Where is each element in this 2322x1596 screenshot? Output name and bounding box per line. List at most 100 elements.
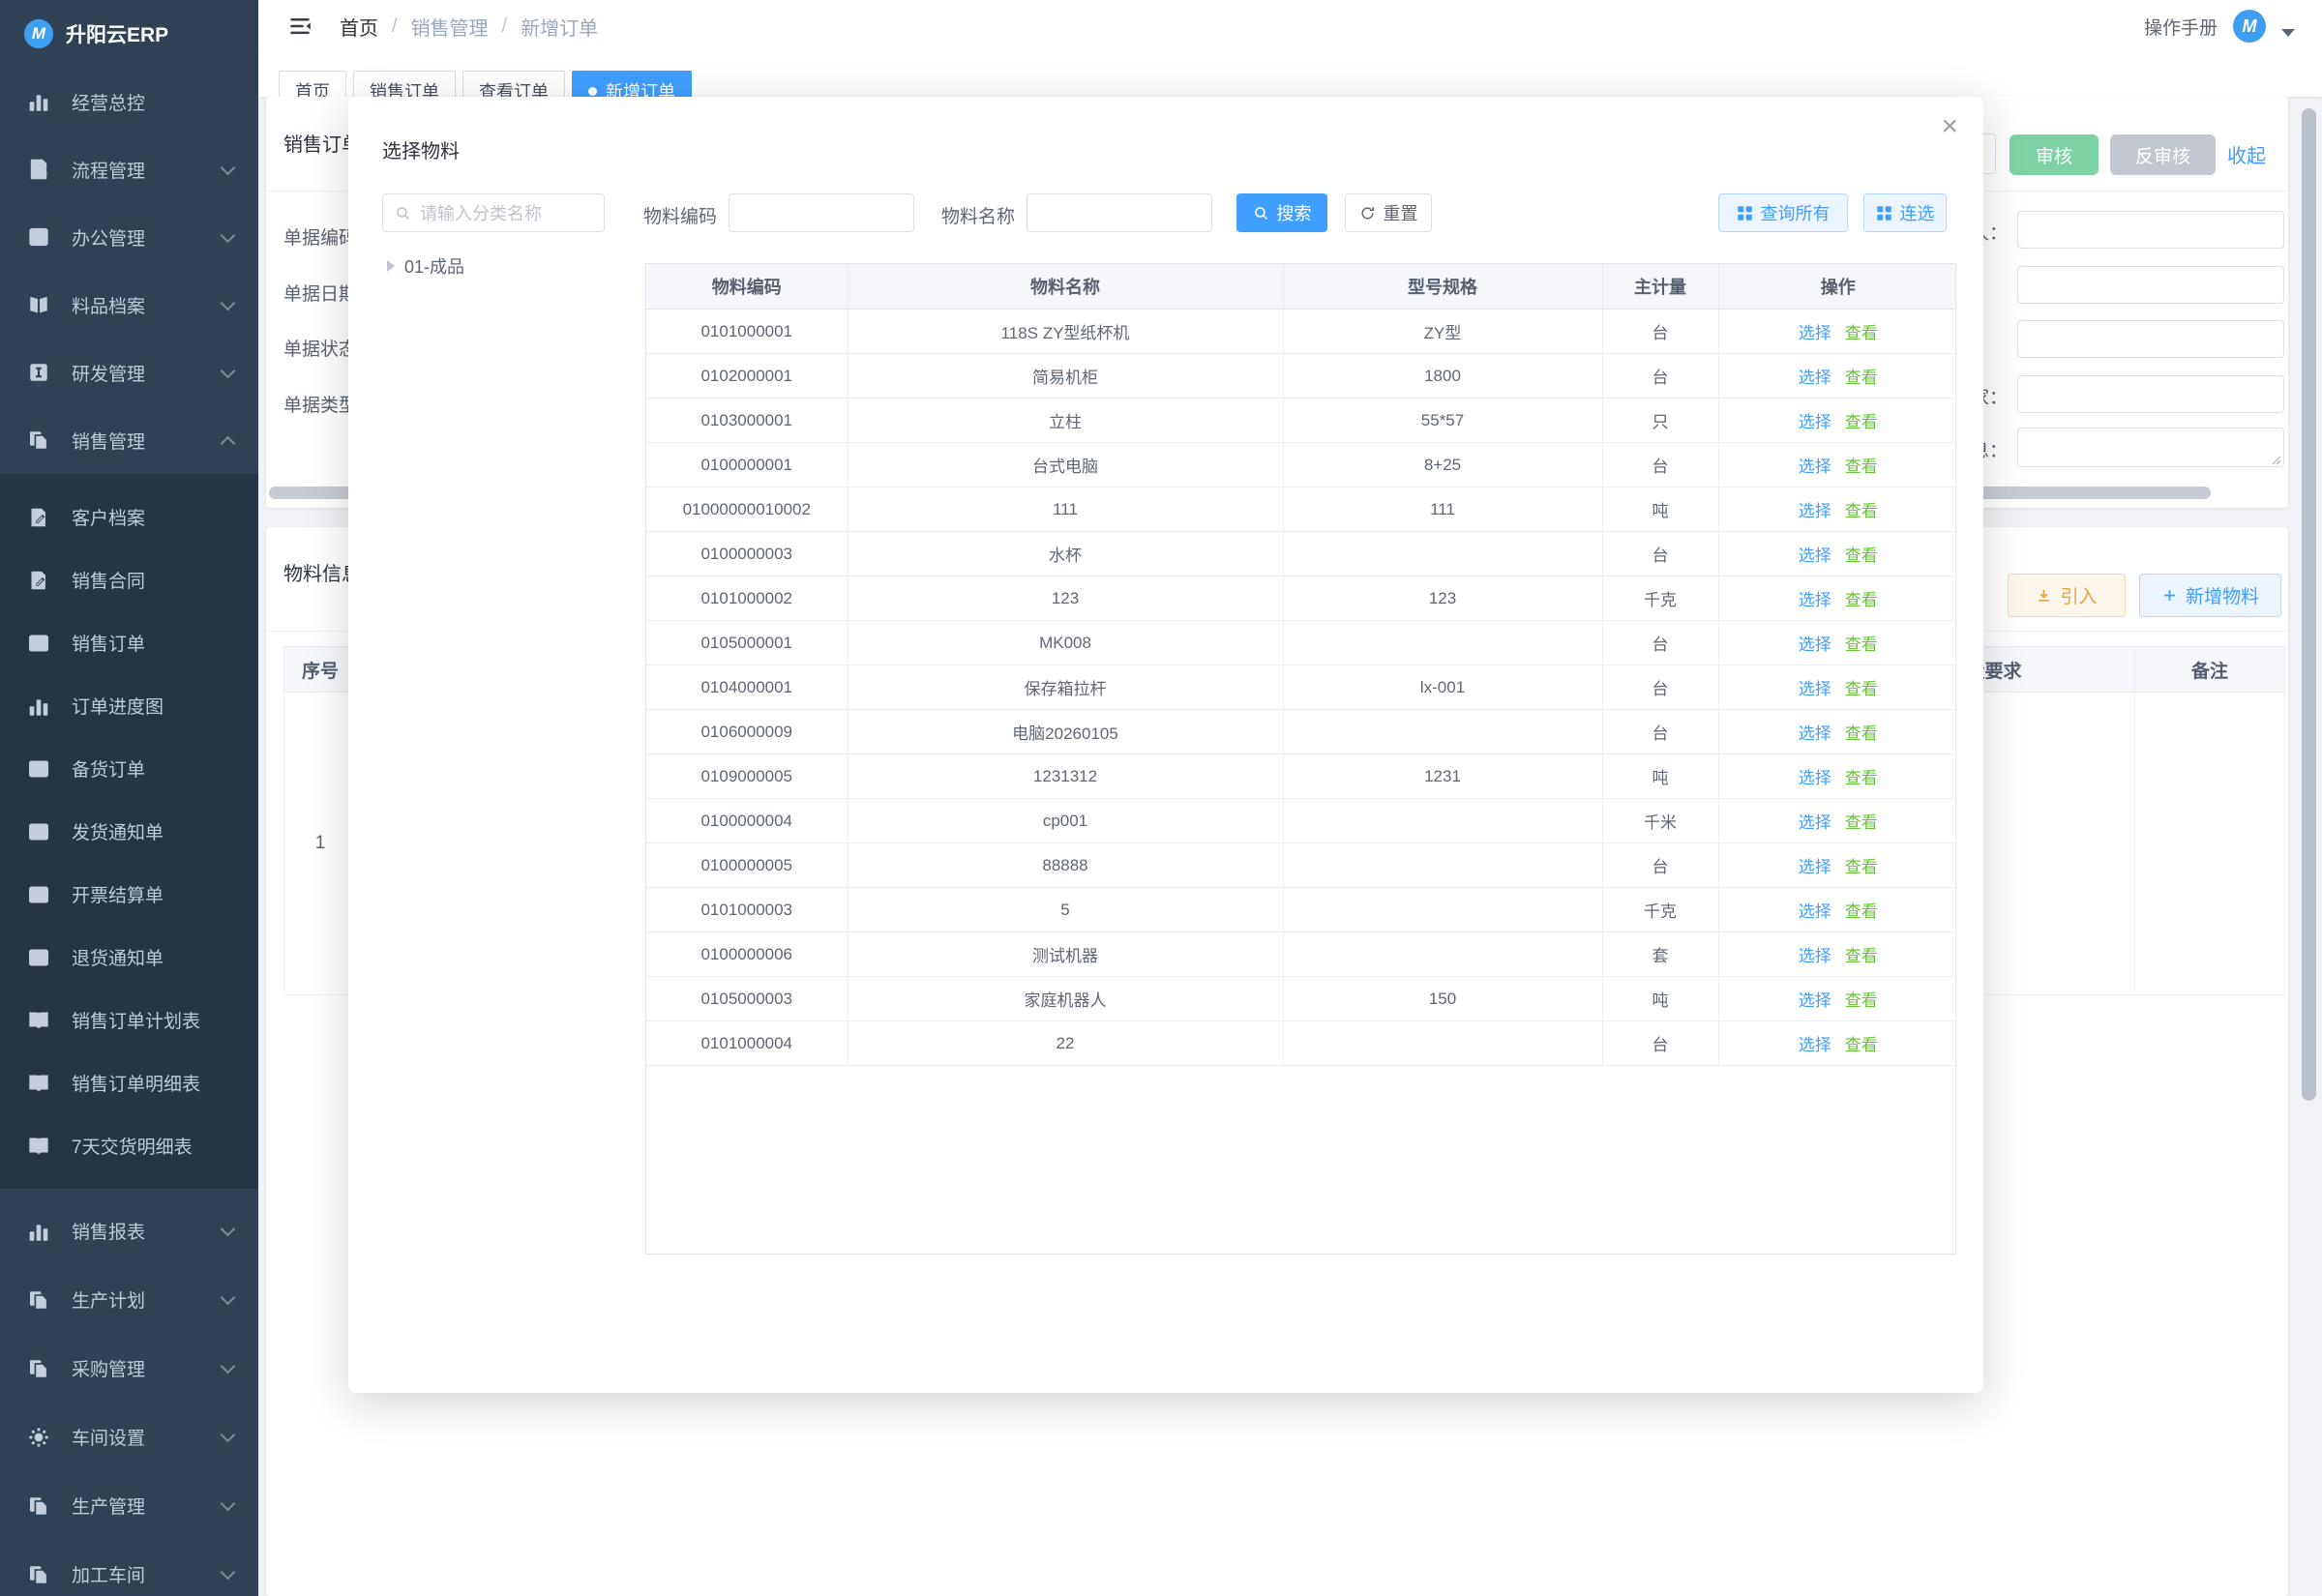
sidebar-item-material-archives[interactable]: 料品档案 — [0, 271, 258, 339]
view-link[interactable]: 查看 — [1845, 858, 1878, 876]
audit-button[interactable]: 审核 — [2009, 134, 2099, 175]
select-link[interactable]: 选择 — [1799, 858, 1831, 876]
vertical-scrollbar[interactable] — [2302, 108, 2316, 1101]
right-input-1[interactable] — [2017, 211, 2284, 249]
view-link[interactable]: 查看 — [1845, 1036, 1878, 1054]
user-avatar[interactable]: M — [2233, 10, 2266, 43]
view-link[interactable]: 查看 — [1845, 724, 1878, 743]
query-all-button[interactable]: 查询所有 — [1718, 193, 1848, 232]
select-link[interactable]: 选择 — [1799, 991, 1831, 1010]
right-input-4[interactable] — [2017, 375, 2284, 413]
sidebar-item-stock-order[interactable]: 备货订单 — [0, 737, 258, 800]
textarea-resize-icon[interactable] — [2270, 453, 2281, 464]
material-cell: 台 — [1602, 843, 1718, 888]
select-link[interactable]: 选择 — [1799, 902, 1831, 921]
view-link[interactable]: 查看 — [1845, 502, 1878, 520]
right-input-3[interactable] — [2017, 320, 2284, 358]
sidebar-item-order-progress[interactable]: 订单进度图 — [0, 674, 258, 737]
sidebar-item-production-mgmt[interactable]: 生产管理 — [0, 1471, 258, 1540]
material-cell: 0100000006 — [646, 932, 848, 977]
select-link[interactable]: 选择 — [1799, 324, 1831, 342]
reset-button[interactable]: 重置 — [1345, 193, 1432, 232]
material-code-input[interactable] — [729, 193, 914, 232]
sidebar-item-return-notice[interactable]: 退货通知单 — [0, 926, 258, 989]
material-cell: 88888 — [848, 843, 1283, 888]
sidebar-item-sales-report[interactable]: 销售报表 — [0, 1197, 258, 1265]
view-link[interactable]: 查看 — [1845, 547, 1878, 565]
sidebar-item-office-mgmt[interactable]: 办公管理 — [0, 203, 258, 271]
material-name-input[interactable] — [1027, 193, 1212, 232]
modal-close-icon[interactable]: × — [1941, 112, 1958, 141]
select-link[interactable]: 选择 — [1799, 724, 1831, 743]
view-link[interactable]: 查看 — [1845, 324, 1878, 342]
add-material-button[interactable]: 新增物料 — [2139, 574, 2281, 617]
chevron-down-icon — [221, 227, 236, 243]
select-link[interactable]: 选择 — [1799, 369, 1831, 387]
sidebar-item-sales-order-detail[interactable]: 销售订单明细表 — [0, 1051, 258, 1114]
view-link[interactable]: 查看 — [1845, 902, 1878, 921]
import-button[interactable]: 引入 — [2008, 574, 2126, 617]
view-link[interactable]: 查看 — [1845, 947, 1878, 965]
select-link[interactable]: 选择 — [1799, 547, 1831, 565]
select-link[interactable]: 选择 — [1799, 635, 1831, 654]
select-link[interactable]: 选择 — [1799, 502, 1831, 520]
sidebar-collapse-icon[interactable] — [287, 14, 313, 39]
view-link[interactable]: 查看 — [1845, 769, 1878, 787]
sidebar-item-rd-mgmt[interactable]: 研发管理 — [0, 339, 258, 406]
search-button[interactable]: 搜索 — [1236, 193, 1327, 232]
pages-icon — [27, 1494, 50, 1518]
tree-node-finished-goods[interactable]: 01-成品 — [387, 253, 464, 279]
help-manual-link[interactable]: 操作手册 — [2144, 14, 2218, 40]
view-link[interactable]: 查看 — [1845, 413, 1878, 431]
right-textarea[interactable] — [2017, 428, 2284, 467]
right-input-2[interactable] — [2017, 266, 2284, 304]
sidebar-item-process-mgmt[interactable]: 流程管理 — [0, 135, 258, 203]
sidebar-item-delivery-7day[interactable]: 7天交货明细表 — [0, 1114, 258, 1177]
category-search-input[interactable]: 请输入分类名称 — [382, 193, 605, 232]
sidebar-item-invoice-settlement[interactable]: 开票结算单 — [0, 863, 258, 926]
chevron-down-icon — [221, 1496, 236, 1512]
sidebar-top-menu: 经营总控流程管理办公管理料品档案研发管理销售管理 — [0, 68, 258, 474]
sidebar-item-business-overview[interactable]: 经营总控 — [0, 68, 258, 135]
unaudit-button[interactable]: 反审核 — [2110, 134, 2216, 175]
sidebar-item-shipping-notice[interactable]: 发货通知单 — [0, 800, 258, 863]
view-link[interactable]: 查看 — [1845, 458, 1878, 476]
sidebar-item-sales-order[interactable]: 销售订单 — [0, 611, 258, 674]
select-link[interactable]: 选择 — [1799, 680, 1831, 698]
sidebar-item-processing-workshop[interactable]: 加工车间 — [0, 1540, 258, 1596]
select-link[interactable]: 选择 — [1799, 591, 1831, 609]
material-table-header-row: 物料编码 物料名称 型号规格 主计量 操作 — [646, 264, 1956, 310]
view-link[interactable]: 查看 — [1845, 991, 1878, 1010]
material-cell: 保存箱拉杆 — [848, 665, 1283, 710]
material-cell: 0101000002 — [646, 576, 848, 621]
view-link[interactable]: 查看 — [1845, 680, 1878, 698]
breadcrumb-home[interactable]: 首页 — [340, 13, 378, 41]
material-cell: 111 — [848, 488, 1283, 532]
sidebar-item-customer-archives[interactable]: 客户档案 — [0, 486, 258, 548]
select-link[interactable]: 选择 — [1799, 769, 1831, 787]
material-cell — [1283, 1021, 1602, 1066]
sidebar-item-sales-order-plan[interactable]: 销售订单计划表 — [0, 989, 258, 1051]
material-cell: 台 — [1602, 532, 1718, 576]
sidebar-item-sales-mgmt[interactable]: 销售管理 — [0, 406, 258, 474]
view-link[interactable]: 查看 — [1845, 813, 1878, 832]
chevron-down-icon — [221, 295, 236, 310]
sidebar-item-workshop-settings[interactable]: 车间设置 — [0, 1403, 258, 1471]
sidebar-item-production-plan[interactable]: 生产计划 — [0, 1265, 258, 1334]
reset-button-label: 重置 — [1384, 200, 1418, 225]
add-material-button-label: 新增物料 — [2186, 582, 2259, 608]
multi-select-button[interactable]: 连选 — [1863, 193, 1947, 232]
user-menu-caret-icon[interactable] — [2281, 29, 2295, 37]
view-link[interactable]: 查看 — [1845, 635, 1878, 654]
sidebar-item-purchase-mgmt[interactable]: 采购管理 — [0, 1334, 258, 1403]
select-link[interactable]: 选择 — [1799, 947, 1831, 965]
sidebar-item-sales-contract[interactable]: 销售合同 — [0, 548, 258, 611]
select-link[interactable]: 选择 — [1799, 813, 1831, 832]
select-link[interactable]: 选择 — [1799, 1036, 1831, 1054]
select-link[interactable]: 选择 — [1799, 413, 1831, 431]
select-link[interactable]: 选择 — [1799, 458, 1831, 476]
view-link[interactable]: 查看 — [1845, 369, 1878, 387]
collapse-link[interactable]: 收起 — [2227, 140, 2266, 168]
view-link[interactable]: 查看 — [1845, 591, 1878, 609]
brand-name: 升阳云ERP — [66, 19, 168, 48]
